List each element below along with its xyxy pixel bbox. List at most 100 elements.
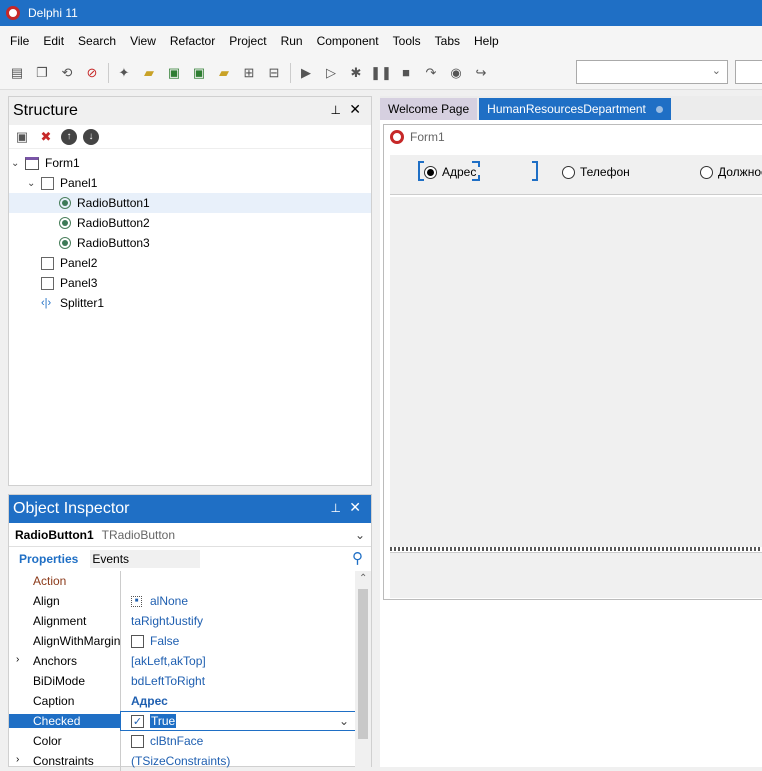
- tree-item-radiobutton3[interactable]: RadioButton3: [59, 233, 150, 253]
- new-file-icon[interactable]: ✦: [115, 64, 133, 82]
- property-value[interactable]: [akLeft,akTop]: [120, 651, 357, 671]
- menu-tabs[interactable]: Tabs: [435, 34, 460, 48]
- menu-run[interactable]: Run: [281, 34, 303, 48]
- splitter1[interactable]: [390, 547, 762, 551]
- property-value[interactable]: (TSizeConstraints): [120, 751, 357, 771]
- platform-combo[interactable]: [735, 60, 762, 84]
- tree-item-radiobutton1[interactable]: RadioButton1: [9, 193, 371, 213]
- property-value[interactable]: ■ alNone: [120, 591, 357, 611]
- tree-item-splitter1[interactable]: ‹|› Splitter1: [41, 293, 104, 313]
- step-over-icon[interactable]: ↷: [422, 64, 440, 82]
- inspector-scrollbar[interactable]: ⌃: [355, 571, 371, 767]
- tree-item-label: Form1: [45, 156, 80, 170]
- save-icon[interactable]: ▣: [165, 64, 183, 82]
- panel2[interactable]: [390, 197, 762, 547]
- tree-item-radiobutton2[interactable]: RadioButton2: [59, 213, 150, 233]
- menu-project[interactable]: Project: [229, 34, 266, 48]
- structure-title: Structure: [13, 102, 78, 119]
- form-caption: Form1: [410, 130, 445, 144]
- property-row[interactable]: Alignment taRightJustify: [9, 611, 357, 631]
- menu-view[interactable]: View: [130, 34, 156, 48]
- property-name: Caption: [33, 694, 75, 708]
- property-value[interactable]: ✓ True ⌄: [120, 711, 357, 731]
- open-project-folder-icon[interactable]: ▰: [215, 64, 233, 82]
- run-without-debug-icon[interactable]: ▷: [322, 64, 340, 82]
- pin-icon[interactable]: ⊥: [331, 103, 341, 117]
- selection-handle-left[interactable]: [418, 161, 424, 181]
- tab-welcome-page[interactable]: Welcome Page: [380, 98, 478, 120]
- pause-icon[interactable]: ❚❚: [370, 64, 392, 82]
- chevron-right-icon[interactable]: ›: [16, 754, 19, 765]
- configuration-combo[interactable]: ⌄: [576, 60, 728, 84]
- reopen-icon[interactable]: ⟲: [58, 64, 76, 82]
- open-project-icon[interactable]: ❐: [33, 64, 51, 82]
- search-icon[interactable]: ⚲: [352, 549, 363, 567]
- tab-human-resources[interactable]: HumanResourcesDepartment: [479, 98, 671, 120]
- panel3[interactable]: [390, 552, 762, 598]
- trace-into-icon[interactable]: ◉: [447, 64, 465, 82]
- run-icon[interactable]: ▶: [297, 64, 315, 82]
- chevron-down-icon[interactable]: ⌄: [27, 178, 39, 189]
- panel1[interactable]: Адрес Телефон Должност: [390, 155, 762, 195]
- open-folder-icon[interactable]: ▰: [140, 64, 158, 82]
- pin-icon[interactable]: ⊥: [331, 501, 341, 515]
- menu-help[interactable]: Help: [474, 34, 499, 48]
- chevron-down-icon[interactable]: ⌄: [11, 158, 23, 169]
- delete-node-icon[interactable]: ✖: [37, 128, 55, 146]
- tab-events[interactable]: Events: [90, 550, 201, 568]
- add-to-project-icon[interactable]: ⊞: [240, 64, 258, 82]
- selection-handle-right[interactable]: [532, 161, 538, 181]
- debug-icon[interactable]: ✱: [347, 64, 365, 82]
- scrollbar-thumb[interactable]: [358, 589, 368, 739]
- save-all-icon[interactable]: ▣: [190, 64, 208, 82]
- checkbox-checked-icon[interactable]: ✓: [131, 714, 144, 728]
- property-value-text[interactable]: True: [150, 714, 177, 728]
- close-icon[interactable]: ✕: [349, 101, 361, 118]
- remove-from-project-icon[interactable]: ⊟: [265, 64, 283, 82]
- close-icon[interactable]: ✕: [349, 499, 361, 516]
- move-up-icon[interactable]: ↑: [61, 128, 77, 145]
- property-row-selected[interactable]: Checked ✓ True ⌄: [9, 711, 357, 731]
- checkbox[interactable]: [131, 634, 144, 648]
- menu-edit[interactable]: Edit: [43, 34, 64, 48]
- new-items-icon[interactable]: ▤: [8, 64, 26, 82]
- tab-properties[interactable]: Properties: [17, 550, 86, 568]
- menu-search[interactable]: Search: [78, 34, 116, 48]
- tree-item-panel2[interactable]: Panel2: [41, 253, 97, 273]
- menu-component[interactable]: Component: [317, 34, 379, 48]
- property-row[interactable]: BiDiMode bdLeftToRight: [9, 671, 357, 691]
- add-node-icon[interactable]: ▣: [13, 128, 31, 146]
- chevron-down-icon[interactable]: ⌄: [339, 714, 349, 728]
- tree-item-panel3[interactable]: Panel3: [41, 273, 97, 293]
- property-value[interactable]: False: [120, 631, 357, 651]
- tree-item-form1[interactable]: ⌄ Form1: [11, 153, 80, 173]
- property-value[interactable]: [120, 571, 357, 591]
- close-all-icon[interactable]: ⊘: [83, 64, 101, 82]
- scroll-up-icon[interactable]: ⌃: [359, 573, 367, 584]
- chevron-right-icon[interactable]: ›: [16, 654, 19, 665]
- property-value[interactable]: Адрес: [120, 691, 357, 711]
- selection-handle-middle[interactable]: [472, 161, 480, 181]
- radio-button-1[interactable]: Адрес: [424, 165, 476, 179]
- stop-icon[interactable]: ■: [397, 64, 415, 82]
- property-row[interactable]: AlignWithMargin False: [9, 631, 357, 651]
- property-value[interactable]: bdLeftToRight: [120, 671, 357, 691]
- menu-file[interactable]: File: [10, 34, 29, 48]
- run-to-cursor-icon[interactable]: ↪: [472, 64, 490, 82]
- menu-refactor[interactable]: Refactor: [170, 34, 215, 48]
- property-row[interactable]: Caption Адрес: [9, 691, 357, 711]
- chevron-down-icon[interactable]: ⌄: [355, 528, 365, 542]
- property-row[interactable]: › Constraints (TSizeConstraints): [9, 751, 357, 771]
- menu-tools[interactable]: Tools: [393, 34, 421, 48]
- property-row[interactable]: Action: [9, 571, 357, 591]
- property-row[interactable]: Align ■ alNone: [9, 591, 357, 611]
- property-value[interactable]: taRightJustify: [120, 611, 357, 631]
- tree-item-panel1[interactable]: ⌄ Panel1: [27, 173, 97, 193]
- property-value[interactable]: clBtnFace: [120, 731, 357, 751]
- radio-button-3[interactable]: Должност: [700, 165, 762, 179]
- radio-button-2[interactable]: Телефон: [562, 165, 630, 179]
- object-selector[interactable]: RadioButton1 TRadioButton ⌄: [9, 523, 371, 547]
- property-row[interactable]: › Anchors [akLeft,akTop]: [9, 651, 357, 671]
- move-down-icon[interactable]: ↓: [83, 128, 99, 145]
- property-row[interactable]: Color clBtnFace: [9, 731, 357, 751]
